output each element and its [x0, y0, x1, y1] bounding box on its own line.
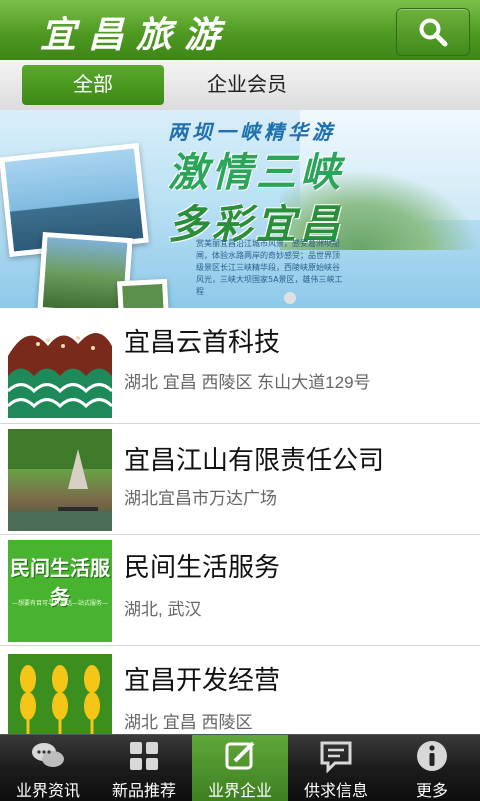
list-item-address: 湖北宜昌市万达广场	[124, 489, 277, 508]
message-icon	[320, 741, 352, 773]
list-item[interactable]: 民间生活服务 —想要有目可寻打电话—站式服务— 民间生活服务 湖北, 武汉	[0, 535, 480, 646]
list-item-address: 湖北, 武汉	[124, 600, 202, 619]
nav-supply-demand[interactable]: 供求信息	[288, 735, 384, 801]
list-item-address: 湖北 宜昌 西陵区	[124, 713, 253, 732]
thumbnail-subcaption: —想要有目可寻打电话—站式服务—	[11, 600, 108, 607]
list-item-title: 宜昌开发经营	[124, 665, 281, 695]
nav-more[interactable]: 更多	[384, 735, 480, 801]
nav-label: 业界企业	[207, 783, 272, 800]
list-item-thumbnail	[8, 316, 112, 418]
nav-label: 供求信息	[303, 783, 368, 800]
nav-label: 更多	[415, 783, 448, 800]
nav-label: 业界资讯	[15, 783, 80, 800]
banner-photo-small	[116, 278, 170, 308]
edit-icon	[225, 741, 255, 770]
list-item-thumbnail: 民间生活服务 —想要有目可寻打电话—站式服务—	[8, 540, 112, 642]
app-title: 宜昌旅游	[40, 14, 233, 56]
list-item-thumbnail	[8, 654, 112, 734]
list-item-thumbnail	[8, 429, 112, 531]
list-item-address: 湖北 宜昌 西陵区 东山大道129号	[124, 373, 371, 392]
category-tabs: 全部 企业会员	[0, 60, 480, 111]
list-item[interactable]: 宜昌江山有限责任公司 湖北宜昌市万达广场	[0, 424, 480, 535]
search-icon	[419, 18, 448, 47]
info-icon	[417, 741, 447, 771]
nav-industry-news[interactable]: 业界资讯	[0, 735, 96, 801]
promo-banner[interactable]: 两坝一峡精华游 激情三峡 多彩宜昌 赏美丽宜昌沿江城市风景，感受葛洲坝船闸，体验…	[0, 110, 480, 308]
tab-all[interactable]: 全部	[22, 65, 164, 105]
enterprise-list: 宜昌云首科技 湖北 宜昌 西陵区 东山大道129号 宜昌江山有限责任公司 湖北宜…	[0, 308, 480, 734]
bottom-navigation: 业界资讯 新品推荐 业界企业 供求信息 更多	[0, 734, 480, 801]
nav-new-products[interactable]: 新品推荐	[96, 735, 192, 801]
list-item-title: 宜昌江山有限责任公司	[124, 445, 385, 475]
nav-industry-enterprises[interactable]: 业界企业	[192, 735, 288, 801]
list-item[interactable]: 宜昌云首科技 湖北 宜昌 西陵区 东山大道129号	[0, 308, 480, 424]
banner-headline: 激情三峡	[168, 151, 344, 195]
grid-icon	[130, 742, 158, 770]
tab-enterprise-members[interactable]: 企业会员	[176, 65, 318, 105]
chat-bubbles-icon	[32, 743, 64, 767]
list-item[interactable]: 宜昌开发经营 湖北 宜昌 西陵区	[0, 646, 480, 734]
search-button[interactable]	[396, 8, 470, 56]
banner-description: 赏美丽宜昌沿江城市风景，感受葛洲坝船闸，体验水路两岸的奇妙感受；品世界顶级景区长…	[196, 239, 343, 296]
app-header: 宜昌旅游	[0, 0, 480, 60]
list-item-title: 宜昌云首科技	[124, 327, 281, 357]
nav-label: 新品推荐	[111, 783, 176, 800]
carousel-indicator[interactable]	[284, 292, 296, 304]
list-item-title: 民间生活服务	[124, 552, 281, 582]
